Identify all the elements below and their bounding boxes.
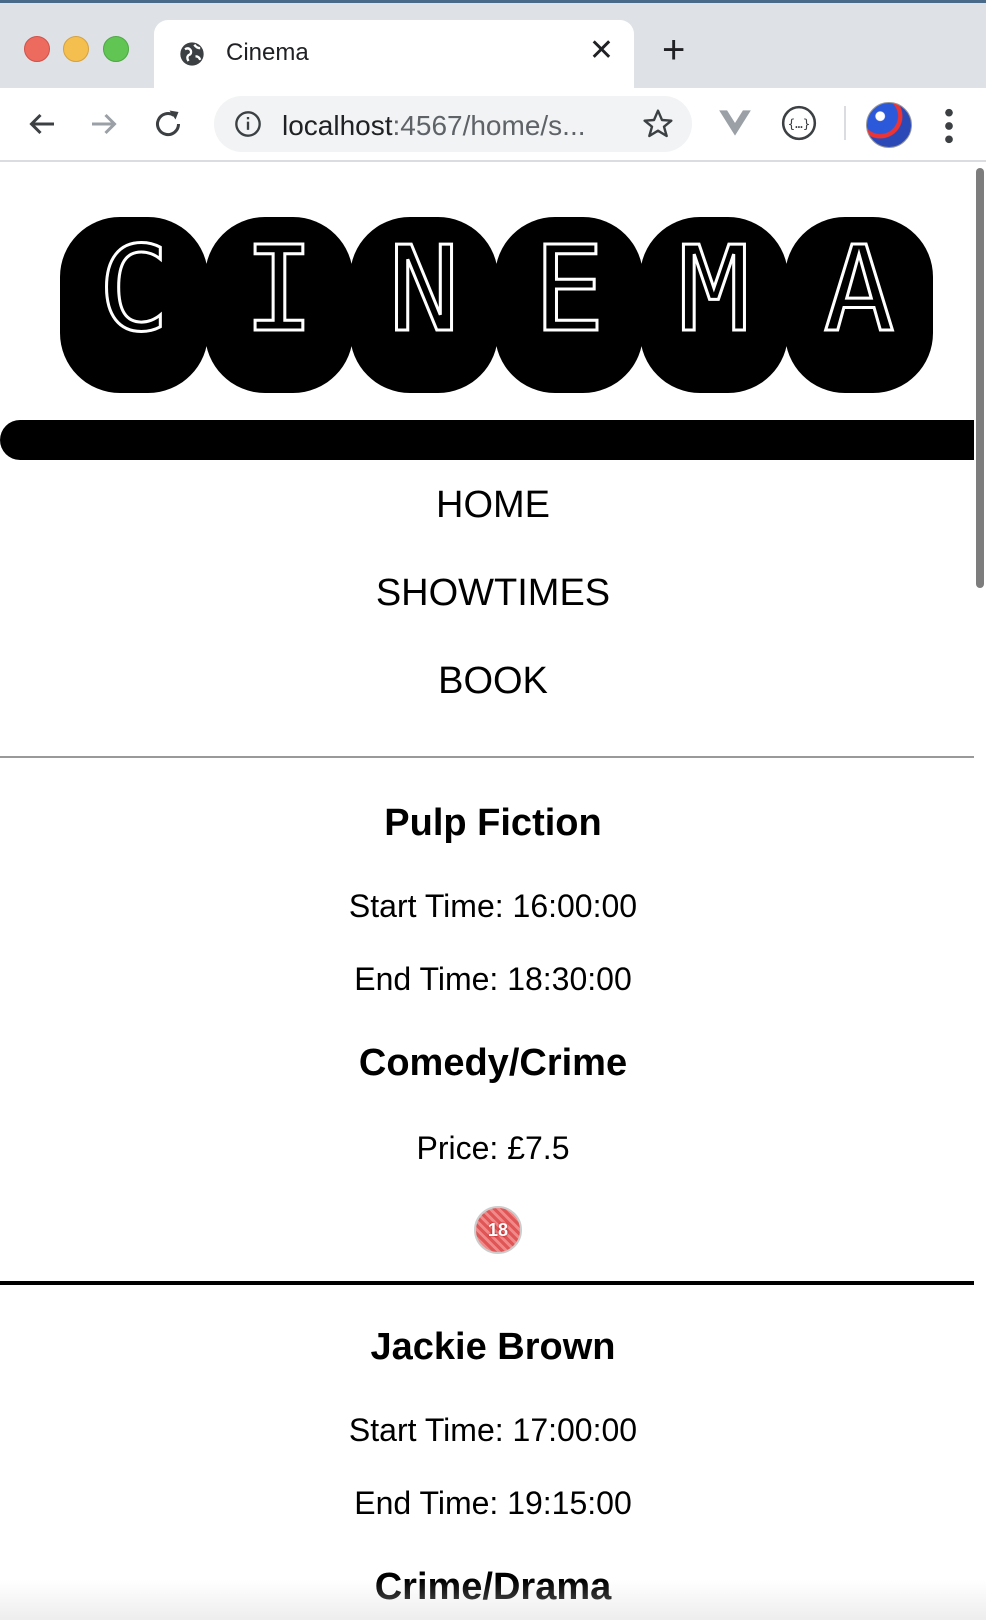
url-text[interactable]: localhost:4567/home/s... (282, 110, 586, 142)
movie-genre: Comedy/Crime (358, 1042, 628, 1084)
svg-text:{…}: {…} (788, 116, 811, 131)
url-path: :4567/home/s... (392, 110, 586, 141)
close-tab-icon[interactable]: ✕ (589, 36, 614, 66)
logo-letter: A (822, 220, 896, 358)
bottom-shadow (0, 1580, 986, 1620)
movie-title: Pulp Fiction (384, 802, 602, 844)
info-icon[interactable] (234, 110, 262, 138)
maximize-window-button[interactable] (103, 36, 129, 62)
browser-toolbar: localhost:4567/home/s... {…} (0, 88, 986, 162)
logo-letter: N (387, 220, 461, 358)
movie-end-time: End Time: 19:15:00 (354, 1485, 632, 1521)
minimize-window-button[interactable] (63, 36, 89, 62)
more-menu-icon[interactable] (944, 106, 954, 146)
movie-divider (0, 1281, 986, 1285)
logo-tile: I (205, 217, 353, 393)
scrollbar-thumb[interactable] (976, 168, 984, 588)
logo-letter: M (677, 220, 751, 358)
movie-price: Price: £7.5 (416, 1130, 570, 1166)
toolbar-separator (844, 106, 846, 140)
bookmark-star-icon[interactable] (642, 108, 674, 140)
forward-arrow-icon[interactable] (86, 106, 122, 142)
movie-start-time: Start Time: 16:00:00 (348, 888, 638, 924)
logo-tile: M (640, 217, 788, 393)
movie-end-time: End Time: 18:30:00 (354, 961, 632, 997)
globe-icon (180, 42, 204, 66)
logo-letter: E (532, 220, 606, 358)
json-viewer-icon[interactable]: {…} (780, 104, 818, 142)
close-window-button[interactable] (24, 36, 50, 62)
logo-letter: I (242, 220, 316, 358)
nav-divider (0, 756, 986, 758)
nav-home-link[interactable]: HOME (0, 484, 986, 527)
window-top-border (0, 0, 986, 3)
address-bar[interactable]: localhost:4567/home/s... (214, 96, 692, 152)
reload-icon[interactable] (150, 106, 186, 142)
movie-start-time: Start Time: 17:00:00 (348, 1412, 638, 1448)
tab-title: Cinema (226, 39, 309, 66)
vue-devtools-icon[interactable] (716, 104, 754, 142)
browser-tab[interactable]: Cinema ✕ (154, 20, 634, 88)
movie-title: Jackie Brown (370, 1326, 616, 1368)
browser-tab-strip: Cinema ✕ + (0, 0, 986, 88)
url-host: localhost (282, 110, 393, 141)
logo-tile: C (60, 217, 208, 393)
logo-letter: C (97, 220, 171, 358)
age-rating-badge: 18 (474, 1206, 522, 1254)
cinema-logo: C I N E M A (60, 217, 936, 393)
profile-avatar[interactable] (866, 102, 912, 148)
logo-tile: N (350, 217, 498, 393)
back-arrow-icon[interactable] (24, 106, 60, 142)
header-bar (0, 420, 986, 460)
logo-tile: A (785, 217, 933, 393)
scrollbar-track[interactable] (974, 162, 986, 1620)
logo-tile: E (495, 217, 643, 393)
page-content: C I N E M A HOME SHOWTIMES BOOK Pulp Fic… (0, 162, 986, 1620)
nav-book-link[interactable]: BOOK (0, 660, 986, 703)
nav-showtimes-link[interactable]: SHOWTIMES (0, 572, 986, 615)
new-tab-button[interactable]: + (662, 30, 685, 70)
